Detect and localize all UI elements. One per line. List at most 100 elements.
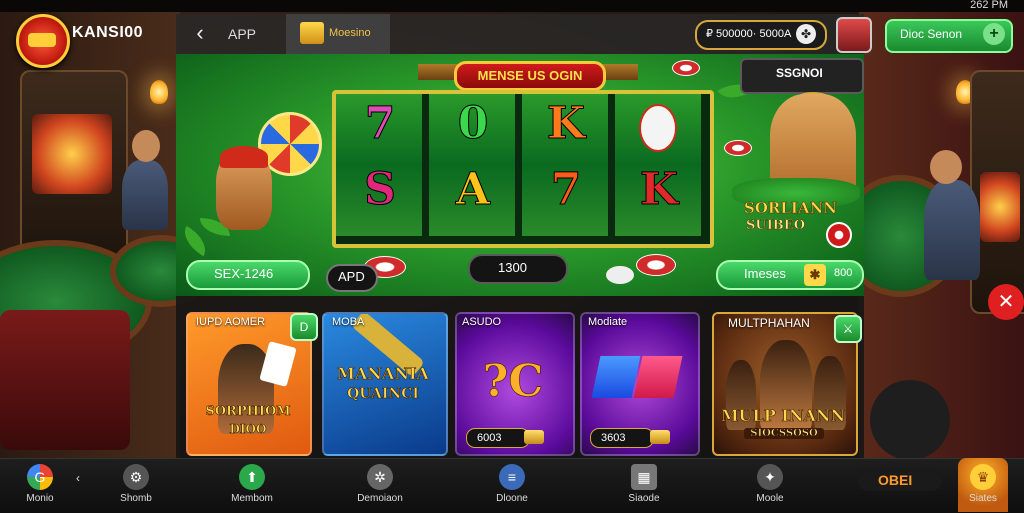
person-decoration <box>132 130 160 162</box>
deposit-label: Dioc Senon <box>900 27 963 41</box>
hero-banner-text: MENSE US OGIN <box>477 68 583 83</box>
stool-decoration <box>870 380 950 460</box>
plus-icon: + <box>983 23 1005 45</box>
reel-3: K 7 <box>522 94 608 236</box>
reel-1: 7 S <box>336 94 422 236</box>
game-card-label: ASUDO <box>462 316 502 328</box>
nav-label: Siates <box>969 493 997 504</box>
playing-card-icon <box>259 341 297 387</box>
messages-label: Imeses <box>744 266 786 281</box>
nav-item-monio[interactable]: G Monio <box>0 460 80 510</box>
nav-label: Monio <box>26 493 54 504</box>
game-card-subtitle: DIOO <box>229 422 267 437</box>
arrow-shape <box>633 356 683 398</box>
game-card-subtitle: QUAINCI <box>347 386 419 403</box>
poker-chip-decoration <box>672 60 700 76</box>
nav-item-shomb[interactable]: ⚙ Shomb <box>96 460 176 510</box>
bet-amount-label: SEX-1246 <box>214 266 274 281</box>
gear-icon: ⚙ <box>123 464 149 490</box>
nav-item-demoiaon[interactable]: ✲ Demoiaon <box>340 460 420 510</box>
nav-label: Dloone <box>496 493 528 504</box>
reel-symbol: S <box>364 164 397 216</box>
person-decoration <box>122 160 168 230</box>
game-card-title: ?C <box>482 356 544 408</box>
balance-amount: ₽ 500000· 5000A <box>706 28 792 40</box>
nav-item-siates[interactable]: ♛ Siates <box>943 460 1023 510</box>
game-card-subtitle: SIOCSSOSO <box>744 428 824 439</box>
reel-4: K <box>615 94 701 236</box>
nav-label: Membom <box>231 493 273 504</box>
nav-item-membom[interactable]: ⬆ Membom <box>212 460 292 510</box>
nav-item-siaode[interactable]: ▦ Siaode <box>604 460 684 510</box>
reel-symbol: 7 <box>364 98 396 150</box>
lamp-decoration <box>150 80 168 104</box>
reel-symbol: 7 <box>550 164 582 216</box>
game-card-label: MULTPHAHAN <box>728 316 810 330</box>
poker-chip-decoration <box>826 222 852 248</box>
nav-item-moole[interactable]: ✦ Moole <box>730 460 810 510</box>
chevron-left-icon[interactable]: ‹ <box>76 471 80 485</box>
game-card-price: 6003 <box>466 428 531 448</box>
hero-side-label: SSGNOI <box>776 66 823 80</box>
messages-count: 800 <box>834 267 853 279</box>
game-card-title: MANANIA <box>337 364 429 384</box>
mascot-hat <box>220 146 268 168</box>
avatar[interactable] <box>836 17 872 53</box>
app-label: APP <box>228 26 257 42</box>
brand-logo[interactable] <box>16 14 70 68</box>
side-brand-subtitle: SUIBEO <box>746 218 806 234</box>
game-card-title: SORPHIOM <box>205 404 291 420</box>
back-button[interactable]: ‹ <box>186 20 214 48</box>
crown-icon: ♛ <box>970 464 996 490</box>
nav-label: Demoiaon <box>357 493 403 504</box>
reel-symbol: 0 <box>457 98 489 150</box>
game-card-title: MULP INANN <box>720 406 846 426</box>
brand-name: KANSI00 <box>72 24 144 41</box>
arrow-shape <box>591 356 641 398</box>
nav-item-dloone[interactable]: ≡ Dloone <box>472 460 552 510</box>
game-card[interactable] <box>322 312 448 456</box>
d-icon[interactable]: D <box>290 313 318 341</box>
nav-label: Moole <box>756 493 784 504</box>
credit-value: 1300 <box>498 260 527 275</box>
coin-icon: ✱ <box>804 264 826 286</box>
clover-icon: ✤ <box>796 24 816 44</box>
dice-decoration <box>606 266 634 284</box>
coin-icon <box>524 430 544 444</box>
game-card-price: 3603 <box>590 428 655 448</box>
game-card-label: IUPD AOMER <box>196 316 266 328</box>
reel-symbol: A <box>455 164 491 216</box>
nav-label: Shomb <box>120 493 152 504</box>
status-time: 262 PM <box>970 0 1008 11</box>
game-card-label: Modiate <box>588 316 628 328</box>
wallet-label: Moesino <box>329 27 371 39</box>
calendar-icon: ▦ <box>631 464 657 490</box>
banner-wing <box>418 64 458 80</box>
game-card-label: MOBA <box>332 316 365 328</box>
coin-icon <box>650 430 670 444</box>
poker-chip-decoration <box>724 140 752 156</box>
poker-chip-decoration <box>636 254 676 276</box>
chair-decoration <box>0 310 130 450</box>
person-decoration <box>924 180 980 280</box>
status-bar: 262 PM <box>0 0 1024 12</box>
promo-text: OBEI <box>878 472 913 488</box>
reel-2: 0 A <box>429 94 515 236</box>
reel-symbol: K <box>546 98 586 150</box>
side-brand-title: SORLIANN <box>744 199 838 217</box>
close-icon[interactable]: ✕ <box>988 284 1024 320</box>
google-g-icon: G <box>27 464 53 490</box>
person-decoration <box>930 150 962 184</box>
snowman-symbol <box>639 104 677 152</box>
chat-icon: ✦ <box>757 464 783 490</box>
nav-label: Siaode <box>628 493 660 504</box>
wallet-icon <box>300 22 324 44</box>
list-icon: ≡ <box>499 464 525 490</box>
settings-icon: ✲ <box>367 464 393 490</box>
hero-banner-title: MENSE US OGIN <box>454 61 606 91</box>
upload-icon: ⬆ <box>239 464 265 490</box>
swords-icon[interactable]: ⚔ <box>834 315 862 343</box>
chevron-left-icon: ‹ <box>196 20 204 45</box>
apd-label: APD <box>338 269 365 284</box>
reel-symbol: K <box>639 164 679 216</box>
